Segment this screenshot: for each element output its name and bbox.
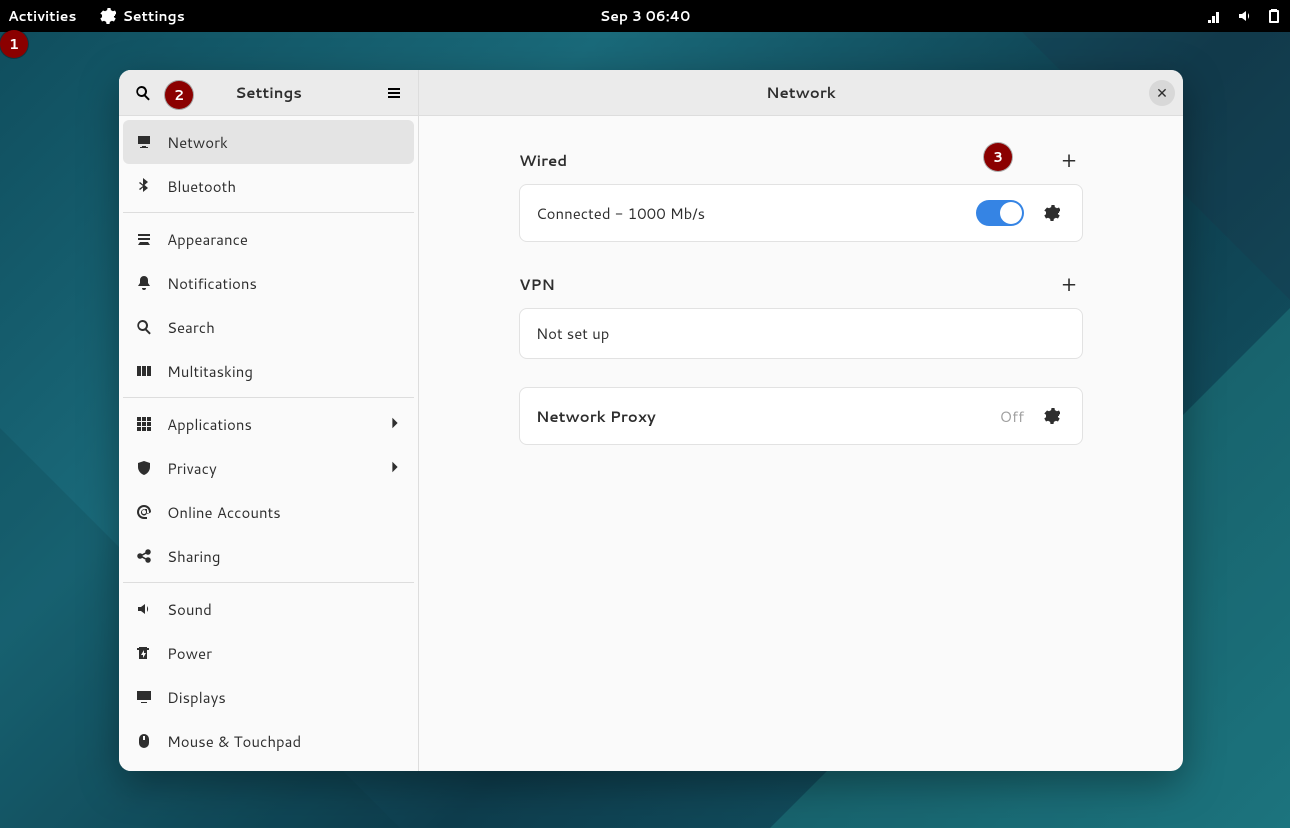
sidebar-separator [123, 397, 414, 398]
monitor-icon [135, 133, 153, 151]
volume-icon[interactable] [1236, 8, 1252, 24]
vpn-status: Not set up [536, 323, 609, 344]
appearance-icon [135, 230, 153, 248]
apps-icon [135, 415, 153, 433]
active-app-menu[interactable]: Settings [100, 6, 184, 26]
sidebar-item-mouse-touchpad[interactable]: Mouse & Touchpad [123, 719, 414, 763]
wired-card: Connected - 1000 Mb/s [519, 184, 1083, 242]
add-vpn-button[interactable]: + [1055, 270, 1083, 298]
search-button[interactable] [127, 77, 159, 109]
sidebar-item-privacy[interactable]: Privacy [123, 446, 414, 490]
plus-icon: + [1061, 269, 1076, 300]
sidebar-item-label: Mouse & Touchpad [167, 731, 301, 752]
sidebar-item-online-accounts[interactable]: Online Accounts [123, 490, 414, 534]
chevron-right-icon [388, 414, 402, 435]
close-button[interactable]: ✕ [1149, 80, 1175, 106]
sidebar-item-label: Sound [167, 599, 212, 620]
vpn-card: Not set up [519, 308, 1083, 359]
sidebar-item-label: Power [167, 643, 212, 664]
mouse-icon [135, 732, 153, 750]
display-icon [135, 688, 153, 706]
wired-label: Wired [519, 150, 567, 171]
sidebar-item-displays[interactable]: Displays [123, 675, 414, 719]
plus-icon: + [1061, 145, 1076, 176]
sidebar-item-search[interactable]: Search [123, 305, 414, 349]
sidebar-item-label: Network [167, 132, 228, 153]
annotation-marker-2: 2 [165, 81, 193, 109]
privacy-icon [135, 459, 153, 477]
annotation-marker-1: 1 [0, 30, 28, 58]
sidebar-list: Network Bluetooth Appearance Notifications S… [119, 116, 418, 771]
wired-toggle[interactable] [976, 200, 1024, 226]
multitask-icon [135, 362, 153, 380]
network-icon[interactable] [1206, 8, 1222, 24]
sidebar-item-power[interactable]: Power [123, 631, 414, 675]
battery-icon[interactable] [1266, 8, 1282, 24]
sidebar-item-label: Online Accounts [167, 502, 281, 523]
sidebar-item-sound[interactable]: Sound [123, 587, 414, 631]
sidebar-item-label: Search [167, 317, 215, 338]
gear-icon [1044, 408, 1060, 424]
bell-icon [135, 274, 153, 292]
sidebar-item-label: Privacy [167, 458, 217, 479]
page-title: Network [766, 82, 836, 103]
proxy-card: Network Proxy Off [519, 387, 1083, 445]
annotation-marker-3: 3 [984, 143, 1012, 171]
content-header: Network ✕ [419, 70, 1183, 116]
wired-settings-button[interactable] [1038, 199, 1066, 227]
proxy-status: Off [1000, 406, 1024, 427]
sidebar-item-bluetooth[interactable]: Bluetooth [123, 164, 414, 208]
activities-button[interactable]: Activities [8, 6, 76, 26]
sidebar-item-sharing[interactable]: Sharing [123, 534, 414, 578]
sidebar-item-label: Notifications [167, 273, 257, 294]
add-wired-button[interactable]: + [1055, 146, 1083, 174]
sidebar-item-notifications[interactable]: Notifications [123, 261, 414, 305]
sidebar-item-label: Applications [167, 414, 252, 435]
gear-icon [100, 8, 116, 24]
share-icon [135, 547, 153, 565]
content-pane: Network ✕ Wired + Connected - 1000 Mb/s [419, 70, 1183, 771]
proxy-label: Network Proxy [536, 406, 656, 427]
sidebar-title: Settings [235, 82, 302, 103]
sidebar-separator [123, 582, 414, 583]
search-icon [135, 85, 151, 101]
sidebar-item-applications[interactable]: Applications [123, 402, 414, 446]
at-icon [135, 503, 153, 521]
search-icon [135, 318, 153, 336]
hamburger-icon [386, 85, 402, 101]
content-body: Wired + Connected - 1000 Mb/s VPN + [419, 116, 1183, 771]
sidebar-header: Settings [119, 70, 418, 116]
sidebar-item-network[interactable]: Network [123, 120, 414, 164]
sidebar-item-label: Bluetooth [167, 176, 236, 197]
sidebar-item-label: Multitasking [167, 361, 253, 382]
clock[interactable]: Sep 3 06:40 [600, 6, 690, 26]
power-icon [135, 644, 153, 662]
sidebar-separator [123, 212, 414, 213]
vpn-label: VPN [519, 274, 555, 295]
sound-icon [135, 600, 153, 618]
sidebar-item-multitasking[interactable]: Multitasking [123, 349, 414, 393]
vpn-section-header: VPN + [519, 270, 1083, 298]
proxy-settings-button[interactable] [1038, 402, 1066, 430]
bluetooth-icon [135, 177, 153, 195]
menu-button[interactable] [378, 77, 410, 109]
sidebar-item-label: Sharing [167, 546, 220, 567]
active-app-label: Settings [122, 6, 184, 26]
topbar: Activities Settings Sep 3 06:40 [0, 0, 1290, 32]
settings-window: Settings Network Bluetooth Appearance Notif… [119, 70, 1183, 771]
sidebar: Settings Network Bluetooth Appearance Notif… [119, 70, 419, 771]
sidebar-item-appearance[interactable]: Appearance [123, 217, 414, 261]
close-icon: ✕ [1156, 83, 1168, 103]
wired-status: Connected - 1000 Mb/s [536, 203, 705, 224]
sidebar-item-label: Displays [167, 687, 226, 708]
chevron-right-icon [388, 458, 402, 479]
gear-icon [1044, 205, 1060, 221]
sidebar-item-label: Appearance [167, 229, 248, 250]
